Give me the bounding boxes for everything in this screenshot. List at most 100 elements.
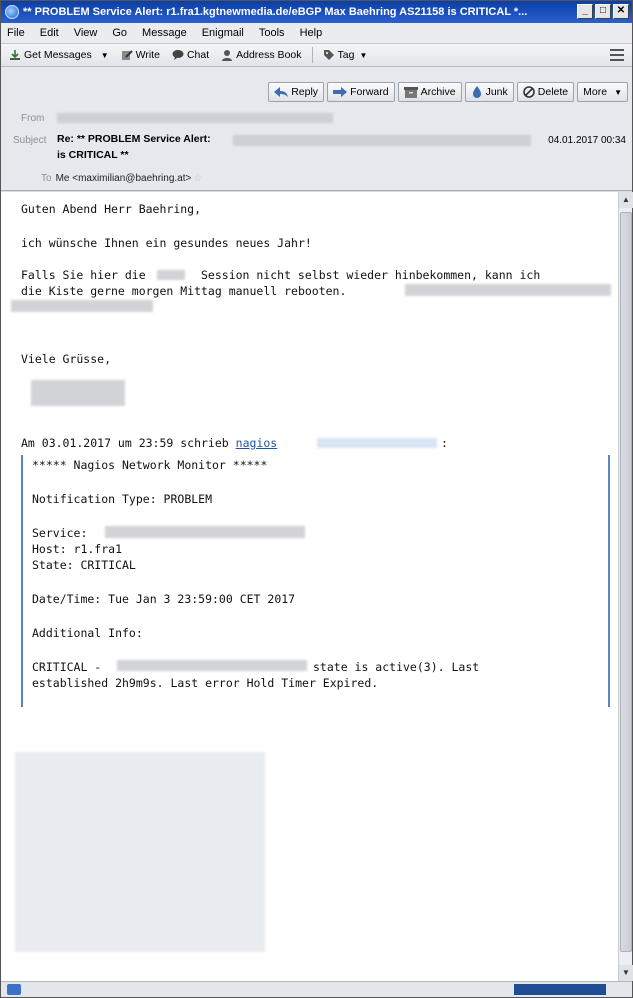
progress-indicator bbox=[514, 984, 606, 995]
quote-critical-a: CRITICAL - bbox=[32, 660, 102, 674]
header-actions: Reply Forward Archive Junk Delete More ▼ bbox=[268, 82, 628, 102]
chevron-down-icon: ▼ bbox=[359, 50, 368, 60]
reply-label: Reply bbox=[291, 86, 319, 98]
quote-service: Service: bbox=[32, 526, 88, 540]
quote-notification: Notification Type: PROBLEM bbox=[32, 492, 213, 506]
quote-datetime: Date/Time: Tue Jan 3 23:59:00 CET 2017 bbox=[32, 592, 296, 606]
junk-label: Junk bbox=[485, 86, 508, 98]
redacted-email bbox=[317, 438, 437, 448]
greeting-text: Guten Abend Herr Baehring, bbox=[21, 202, 202, 216]
menu-go[interactable]: Go bbox=[112, 27, 127, 39]
chat-bubble-icon bbox=[172, 50, 184, 60]
quote-host: Host: r1.fra1 bbox=[32, 542, 123, 556]
minimize-button[interactable]: _ bbox=[577, 4, 593, 19]
status-bar bbox=[1, 981, 632, 997]
from-label: From bbox=[21, 113, 45, 124]
close-button[interactable]: ✕ bbox=[613, 4, 629, 19]
wish-text: ich wünsche Ihnen ein gesundes neues Jah… bbox=[21, 236, 312, 250]
menu-file[interactable]: File bbox=[7, 27, 25, 39]
connection-icon bbox=[7, 984, 21, 995]
contact-icon bbox=[222, 50, 233, 61]
closing-text: Viele Grüsse, bbox=[21, 352, 112, 366]
mail-window: ** PROBLEM Service Alert: r1.fra1.kgtnew… bbox=[0, 0, 633, 998]
archive-label: Archive bbox=[420, 86, 456, 98]
star-icon[interactable]: ☆ bbox=[193, 173, 202, 184]
vertical-scrollbar[interactable]: ▲ ▼ bbox=[618, 192, 633, 981]
reply-icon bbox=[274, 87, 289, 97]
address-book-button[interactable]: Address Book bbox=[217, 45, 305, 65]
redacted-text bbox=[11, 300, 153, 312]
quote-intro: Am 03.01.2017 um 23:59 schrieb nagios bbox=[21, 436, 277, 450]
archive-button[interactable]: Archive bbox=[397, 82, 462, 102]
to-row: To Me <maximilian@baehring.at> ☆ bbox=[41, 173, 202, 184]
message-body: Guten Abend Herr Baehring, ich wünsche I… bbox=[1, 192, 618, 981]
redacted-service bbox=[105, 526, 305, 538]
forward-label: Forward bbox=[350, 86, 389, 98]
toolbar-separator bbox=[311, 47, 313, 63]
paragraph-line-2: die Kiste gerne morgen Mittag manuell re… bbox=[21, 284, 347, 298]
title-bar: ** PROBLEM Service Alert: r1.fra1.kgtnew… bbox=[1, 1, 632, 23]
chevron-down-icon: ▼ bbox=[614, 87, 622, 97]
junk-button[interactable]: Junk bbox=[464, 82, 514, 102]
quote-header: ***** Nagios Network Monitor ***** bbox=[32, 458, 268, 472]
redacted-signature bbox=[31, 380, 125, 406]
get-messages-label: Get Messages bbox=[24, 49, 92, 61]
delete-label: Delete bbox=[537, 86, 569, 98]
delete-button[interactable]: Delete bbox=[516, 82, 575, 102]
paragraph-line-1a: Falls Sie hier die bbox=[21, 268, 146, 282]
subject-label: Subject bbox=[13, 135, 47, 146]
scroll-up-icon[interactable]: ▲ bbox=[619, 192, 633, 208]
redacted-sender bbox=[57, 113, 333, 123]
junk-flame-icon bbox=[472, 86, 481, 98]
subject-line-1: Re: ** PROBLEM Service Alert: bbox=[57, 133, 211, 145]
more-button[interactable]: More ▼ bbox=[577, 82, 628, 102]
paragraph-line-1b: Session nicht selbst wieder hinbekommen,… bbox=[201, 268, 541, 282]
menu-bar: File Edit View Go Message Enigmail Tools… bbox=[1, 23, 632, 43]
redacted-area bbox=[15, 752, 265, 952]
quote-critical-c: established 2h9m9s. Last error Hold Time… bbox=[32, 676, 379, 690]
forward-button[interactable]: Forward bbox=[327, 82, 395, 102]
maximize-button[interactable]: □ bbox=[595, 4, 611, 19]
subject-line-2: is CRITICAL ** bbox=[57, 149, 129, 161]
menu-message[interactable]: Message bbox=[142, 27, 187, 39]
forward-icon bbox=[333, 87, 348, 97]
quote-intro-colon: : bbox=[441, 436, 448, 450]
scroll-down-icon[interactable]: ▼ bbox=[619, 965, 633, 981]
redacted-peer bbox=[117, 660, 307, 671]
menu-help[interactable]: Help bbox=[300, 27, 323, 39]
scrollbar-thumb[interactable] bbox=[620, 212, 632, 952]
quote-state: State: CRITICAL bbox=[32, 558, 136, 572]
thunderbird-icon bbox=[5, 5, 19, 19]
delete-icon bbox=[522, 86, 535, 98]
message-header: Reply Forward Archive Junk Delete More ▼ bbox=[1, 67, 632, 191]
tag-button[interactable]: Tag ▼ bbox=[319, 45, 372, 65]
quote-critical-b: state is active(3). Last bbox=[313, 660, 480, 674]
quote-additional: Additional Info: bbox=[32, 626, 143, 640]
quote-intro-text: Am 03.01.2017 um 23:59 schrieb bbox=[21, 436, 229, 450]
tag-icon bbox=[323, 50, 334, 60]
archive-icon bbox=[403, 86, 418, 98]
chevron-down-icon[interactable]: ▼ bbox=[101, 51, 109, 60]
app-menu-icon[interactable] bbox=[610, 49, 624, 61]
message-date: 04.01.2017 00:34 bbox=[548, 135, 626, 146]
quoted-message: ***** Nagios Network Monitor ***** Notif… bbox=[21, 455, 610, 707]
to-label: To bbox=[41, 173, 52, 184]
write-button[interactable]: Write bbox=[117, 45, 164, 65]
nagios-link[interactable]: nagios bbox=[236, 436, 278, 450]
redacted-word bbox=[157, 270, 185, 280]
redacted-subject bbox=[233, 135, 531, 146]
write-label: Write bbox=[135, 49, 160, 61]
address-book-label: Address Book bbox=[236, 49, 302, 61]
menu-enigmail[interactable]: Enigmail bbox=[202, 27, 244, 39]
download-icon bbox=[10, 50, 20, 60]
chat-button[interactable]: Chat bbox=[168, 45, 213, 65]
window-title: ** PROBLEM Service Alert: r1.fra1.kgtnew… bbox=[23, 6, 528, 18]
chat-label: Chat bbox=[186, 49, 210, 61]
to-address[interactable]: Me <maximilian@baehring.at> bbox=[56, 173, 192, 184]
main-toolbar: Get Messages ▼ Write Chat Address Book T… bbox=[1, 43, 632, 67]
menu-edit[interactable]: Edit bbox=[40, 27, 59, 39]
menu-view[interactable]: View bbox=[74, 27, 98, 39]
get-messages-button[interactable]: Get Messages ▼ bbox=[5, 45, 113, 65]
reply-button[interactable]: Reply bbox=[268, 82, 325, 102]
menu-tools[interactable]: Tools bbox=[259, 27, 285, 39]
